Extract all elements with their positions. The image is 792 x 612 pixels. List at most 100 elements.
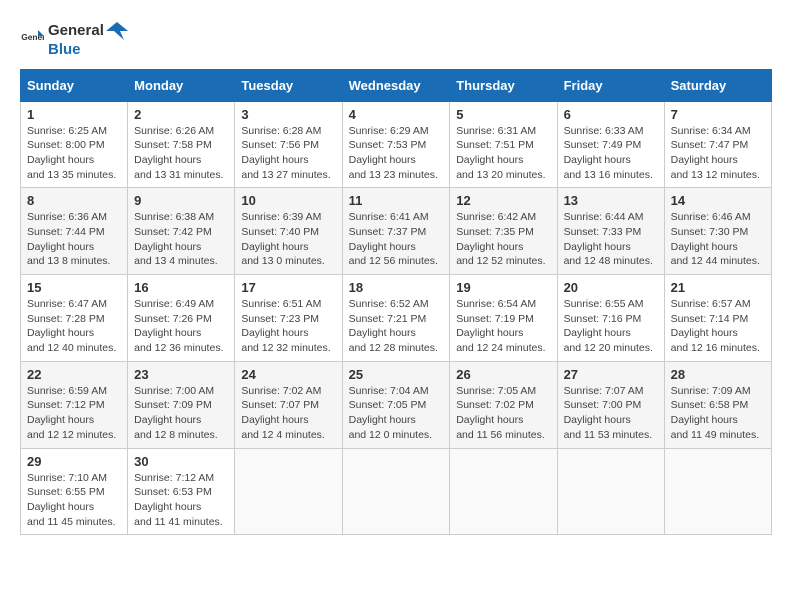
day-number: 3 <box>241 107 335 122</box>
calendar-cell: 25 Sunrise: 7:04 AM Sunset: 7:05 PM Dayl… <box>342 361 450 448</box>
column-header-tuesday: Tuesday <box>235 69 342 101</box>
calendar-cell: 2 Sunrise: 6:26 AM Sunset: 7:58 PM Dayli… <box>128 101 235 188</box>
calendar-cell: 21 Sunrise: 6:57 AM Sunset: 7:14 PM Dayl… <box>664 275 771 362</box>
calendar-cell <box>664 448 771 535</box>
day-info: Sunrise: 6:52 AM Sunset: 7:21 PM Dayligh… <box>349 297 444 356</box>
calendar-cell: 7 Sunrise: 6:34 AM Sunset: 7:47 PM Dayli… <box>664 101 771 188</box>
calendar-cell: 24 Sunrise: 7:02 AM Sunset: 7:07 PM Dayl… <box>235 361 342 448</box>
calendar-cell: 5 Sunrise: 6:31 AM Sunset: 7:51 PM Dayli… <box>450 101 557 188</box>
day-number: 14 <box>671 193 765 208</box>
day-number: 16 <box>134 280 228 295</box>
day-number: 21 <box>671 280 765 295</box>
day-number: 1 <box>27 107 121 122</box>
day-number: 15 <box>27 280 121 295</box>
day-number: 6 <box>564 107 658 122</box>
calendar-cell: 19 Sunrise: 6:54 AM Sunset: 7:19 PM Dayl… <box>450 275 557 362</box>
calendar-cell: 4 Sunrise: 6:29 AM Sunset: 7:53 PM Dayli… <box>342 101 450 188</box>
day-info: Sunrise: 6:51 AM Sunset: 7:23 PM Dayligh… <box>241 297 335 356</box>
calendar-cell: 11 Sunrise: 6:41 AM Sunset: 7:37 PM Dayl… <box>342 188 450 275</box>
day-info: Sunrise: 6:59 AM Sunset: 7:12 PM Dayligh… <box>27 384 121 443</box>
day-info: Sunrise: 7:02 AM Sunset: 7:07 PM Dayligh… <box>241 384 335 443</box>
logo: General General Blue <box>20 20 130 59</box>
calendar-cell: 1 Sunrise: 6:25 AM Sunset: 8:00 PM Dayli… <box>21 101 128 188</box>
day-number: 29 <box>27 454 121 469</box>
day-info: Sunrise: 6:38 AM Sunset: 7:42 PM Dayligh… <box>134 210 228 269</box>
logo-icon: General <box>20 27 44 51</box>
column-header-sunday: Sunday <box>21 69 128 101</box>
day-number: 10 <box>241 193 335 208</box>
calendar-cell: 10 Sunrise: 6:39 AM Sunset: 7:40 PM Dayl… <box>235 188 342 275</box>
calendar-cell: 14 Sunrise: 6:46 AM Sunset: 7:30 PM Dayl… <box>664 188 771 275</box>
calendar-cell: 23 Sunrise: 7:00 AM Sunset: 7:09 PM Dayl… <box>128 361 235 448</box>
day-info: Sunrise: 6:31 AM Sunset: 7:51 PM Dayligh… <box>456 124 550 183</box>
day-number: 28 <box>671 367 765 382</box>
day-info: Sunrise: 7:12 AM Sunset: 6:53 PM Dayligh… <box>134 471 228 530</box>
calendar-cell: 8 Sunrise: 6:36 AM Sunset: 7:44 PM Dayli… <box>21 188 128 275</box>
day-info: Sunrise: 6:41 AM Sunset: 7:37 PM Dayligh… <box>349 210 444 269</box>
day-number: 26 <box>456 367 550 382</box>
day-info: Sunrise: 6:39 AM Sunset: 7:40 PM Dayligh… <box>241 210 335 269</box>
calendar-cell: 9 Sunrise: 6:38 AM Sunset: 7:42 PM Dayli… <box>128 188 235 275</box>
day-number: 7 <box>671 107 765 122</box>
day-number: 19 <box>456 280 550 295</box>
calendar-cell: 6 Sunrise: 6:33 AM Sunset: 7:49 PM Dayli… <box>557 101 664 188</box>
calendar-cell: 17 Sunrise: 6:51 AM Sunset: 7:23 PM Dayl… <box>235 275 342 362</box>
day-info: Sunrise: 6:42 AM Sunset: 7:35 PM Dayligh… <box>456 210 550 269</box>
calendar-cell <box>235 448 342 535</box>
column-header-saturday: Saturday <box>664 69 771 101</box>
day-number: 11 <box>349 193 444 208</box>
day-info: Sunrise: 6:36 AM Sunset: 7:44 PM Dayligh… <box>27 210 121 269</box>
day-number: 22 <box>27 367 121 382</box>
calendar-cell: 13 Sunrise: 6:44 AM Sunset: 7:33 PM Dayl… <box>557 188 664 275</box>
day-info: Sunrise: 7:04 AM Sunset: 7:05 PM Dayligh… <box>349 384 444 443</box>
column-header-monday: Monday <box>128 69 235 101</box>
logo-bird-icon <box>106 20 128 42</box>
day-number: 13 <box>564 193 658 208</box>
day-number: 18 <box>349 280 444 295</box>
day-number: 8 <box>27 193 121 208</box>
day-info: Sunrise: 6:57 AM Sunset: 7:14 PM Dayligh… <box>671 297 765 356</box>
calendar-cell <box>342 448 450 535</box>
day-number: 12 <box>456 193 550 208</box>
day-number: 20 <box>564 280 658 295</box>
day-info: Sunrise: 7:07 AM Sunset: 7:00 PM Dayligh… <box>564 384 658 443</box>
day-number: 23 <box>134 367 228 382</box>
calendar-cell <box>450 448 557 535</box>
calendar-cell: 20 Sunrise: 6:55 AM Sunset: 7:16 PM Dayl… <box>557 275 664 362</box>
calendar-cell: 3 Sunrise: 6:28 AM Sunset: 7:56 PM Dayli… <box>235 101 342 188</box>
calendar-cell: 29 Sunrise: 7:10 AM Sunset: 6:55 PM Dayl… <box>21 448 128 535</box>
day-info: Sunrise: 6:33 AM Sunset: 7:49 PM Dayligh… <box>564 124 658 183</box>
column-header-friday: Friday <box>557 69 664 101</box>
day-info: Sunrise: 6:54 AM Sunset: 7:19 PM Dayligh… <box>456 297 550 356</box>
day-info: Sunrise: 6:34 AM Sunset: 7:47 PM Dayligh… <box>671 124 765 183</box>
column-header-thursday: Thursday <box>450 69 557 101</box>
day-number: 5 <box>456 107 550 122</box>
page-header: General General Blue <box>20 20 772 59</box>
day-info: Sunrise: 6:26 AM Sunset: 7:58 PM Dayligh… <box>134 124 228 183</box>
day-info: Sunrise: 7:05 AM Sunset: 7:02 PM Dayligh… <box>456 384 550 443</box>
day-info: Sunrise: 7:00 AM Sunset: 7:09 PM Dayligh… <box>134 384 228 443</box>
column-header-wednesday: Wednesday <box>342 69 450 101</box>
day-info: Sunrise: 7:09 AM Sunset: 6:58 PM Dayligh… <box>671 384 765 443</box>
day-number: 17 <box>241 280 335 295</box>
day-info: Sunrise: 6:55 AM Sunset: 7:16 PM Dayligh… <box>564 297 658 356</box>
calendar-cell: 22 Sunrise: 6:59 AM Sunset: 7:12 PM Dayl… <box>21 361 128 448</box>
day-number: 2 <box>134 107 228 122</box>
calendar-cell: 30 Sunrise: 7:12 AM Sunset: 6:53 PM Dayl… <box>128 448 235 535</box>
day-info: Sunrise: 6:46 AM Sunset: 7:30 PM Dayligh… <box>671 210 765 269</box>
day-info: Sunrise: 7:10 AM Sunset: 6:55 PM Dayligh… <box>27 471 121 530</box>
day-info: Sunrise: 6:28 AM Sunset: 7:56 PM Dayligh… <box>241 124 335 183</box>
calendar-cell: 26 Sunrise: 7:05 AM Sunset: 7:02 PM Dayl… <box>450 361 557 448</box>
day-number: 24 <box>241 367 335 382</box>
calendar-cell <box>557 448 664 535</box>
calendar-table: SundayMondayTuesdayWednesdayThursdayFrid… <box>20 69 772 536</box>
day-number: 30 <box>134 454 228 469</box>
day-number: 4 <box>349 107 444 122</box>
calendar-cell: 28 Sunrise: 7:09 AM Sunset: 6:58 PM Dayl… <box>664 361 771 448</box>
day-info: Sunrise: 6:47 AM Sunset: 7:28 PM Dayligh… <box>27 297 121 356</box>
calendar-cell: 18 Sunrise: 6:52 AM Sunset: 7:21 PM Dayl… <box>342 275 450 362</box>
day-number: 25 <box>349 367 444 382</box>
day-info: Sunrise: 6:25 AM Sunset: 8:00 PM Dayligh… <box>27 124 121 183</box>
day-info: Sunrise: 6:44 AM Sunset: 7:33 PM Dayligh… <box>564 210 658 269</box>
day-info: Sunrise: 6:49 AM Sunset: 7:26 PM Dayligh… <box>134 297 228 356</box>
